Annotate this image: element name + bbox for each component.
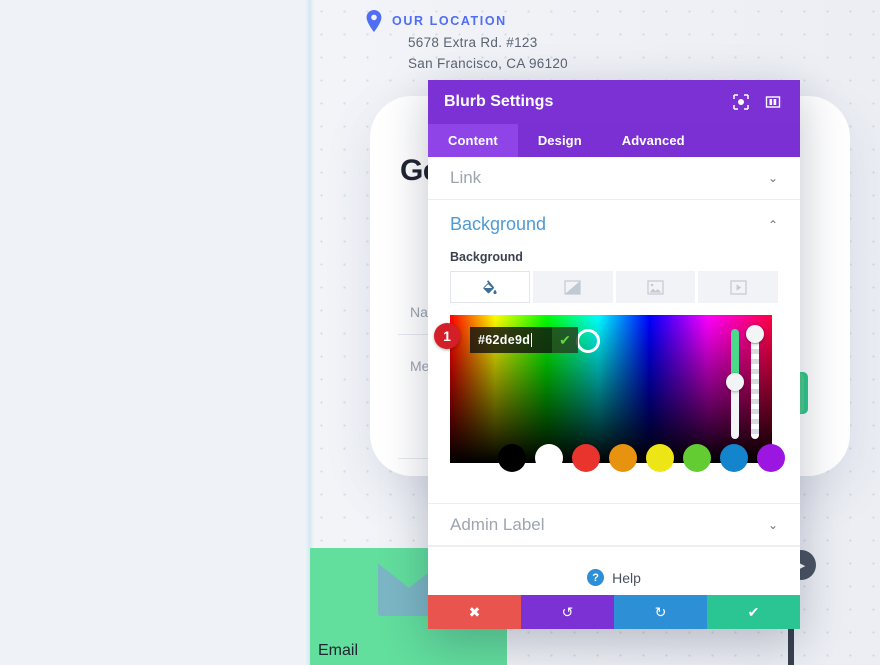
swatch-blue[interactable] <box>720 444 748 472</box>
modal-footer: ✖ ↺ ↻ ✔ <box>428 595 800 629</box>
our-location-heading: OUR LOCATION <box>366 10 666 32</box>
swatch-yellow[interactable] <box>646 444 674 472</box>
modal-header: Blurb Settings <box>428 80 800 124</box>
swatch-green[interactable] <box>683 444 711 472</box>
text-cursor <box>531 333 533 347</box>
undo-button[interactable]: ↺ <box>521 595 614 629</box>
background-type-tabs <box>450 271 778 303</box>
our-location-block: OUR LOCATION 5678 Extra Rd. #123 San Fra… <box>366 10 666 74</box>
section-admin-label[interactable]: Admin Label ⌄ <box>428 503 800 546</box>
section-link-label: Link <box>450 168 482 187</box>
split-view-icon[interactable] <box>762 91 784 113</box>
contact-name-label: Na <box>410 304 428 320</box>
background-video-tab[interactable] <box>698 271 778 303</box>
our-location-address-line-1: 5678 Extra Rd. #123 <box>408 35 538 50</box>
focus-mode-icon[interactable] <box>730 91 752 113</box>
map-pin-icon <box>366 10 382 32</box>
section-link[interactable]: Link ⌄ <box>428 157 800 200</box>
chevron-up-icon: ⌃ <box>767 217 778 232</box>
hex-input-value: #62de9d <box>478 333 531 347</box>
color-picker: #62de9d ✔ 1 <box>434 315 785 472</box>
hex-input[interactable]: #62de9d <box>470 327 552 353</box>
gradient-icon <box>564 279 581 295</box>
question-mark-icon: ? <box>587 569 605 586</box>
blurb-settings-modal: Blurb Settings Content Design Advanced L… <box>428 80 800 629</box>
paint-bucket-icon <box>483 279 497 294</box>
tab-advanced[interactable]: Advanced <box>602 124 705 157</box>
save-button[interactable]: ✔ <box>707 595 800 629</box>
background-image-tab[interactable] <box>615 271 696 303</box>
background-color-tab[interactable] <box>450 271 530 303</box>
tab-design[interactable]: Design <box>518 124 602 157</box>
alpha-slider-track[interactable] <box>751 329 759 439</box>
swatch-white[interactable] <box>535 444 563 472</box>
modal-body: Link ⌄ Background ⌃ Background #62de9d ✔… <box>428 157 800 595</box>
background-gradient-tab[interactable] <box>532 271 613 303</box>
cancel-button[interactable]: ✖ <box>428 595 521 629</box>
hue-slider-thumb[interactable] <box>726 373 744 391</box>
tab-content[interactable]: Content <box>428 124 518 157</box>
swatch-red[interactable] <box>572 444 600 472</box>
chevron-down-icon: ⌄ <box>767 517 778 532</box>
help-label: Help <box>612 569 641 586</box>
hex-confirm-button[interactable]: ✔ <box>552 327 578 353</box>
chevron-down-icon: ⌄ <box>767 171 778 185</box>
section-background-label: Background <box>450 214 547 234</box>
swatch-black[interactable] <box>498 444 526 472</box>
section-background: Background ⌃ Background #62de9d ✔ 1 <box>428 200 800 472</box>
our-location-address-line-2: San Francisco, CA 96120 <box>408 56 568 71</box>
swatch-orange[interactable] <box>609 444 637 472</box>
page-background-left <box>0 0 312 665</box>
preset-swatches <box>498 444 785 472</box>
help-button[interactable]: ? Help <box>428 546 800 595</box>
image-icon <box>647 279 664 295</box>
annotation-badge-1: 1 <box>434 323 460 349</box>
screen: OUR LOCATION 5678 Extra Rd. #123 San Fra… <box>0 0 880 665</box>
modal-tab-bar: Content Design Advanced <box>428 124 800 157</box>
swatch-purple[interactable] <box>757 444 785 472</box>
email-blurb-label: Email <box>318 642 359 659</box>
saturation-cursor[interactable] <box>576 329 600 353</box>
alpha-slider-thumb[interactable] <box>746 325 764 343</box>
section-admin-label-label: Admin Label <box>450 514 545 534</box>
our-location-title: OUR LOCATION <box>392 14 507 28</box>
video-icon <box>730 279 747 295</box>
saturation-value-field[interactable]: #62de9d ✔ 1 <box>434 315 785 472</box>
section-background-header[interactable]: Background ⌃ <box>450 200 778 237</box>
contact-message-label: Me <box>410 358 430 374</box>
modal-title: Blurb Settings <box>444 93 554 110</box>
redo-button[interactable]: ↻ <box>614 595 707 629</box>
background-field-label: Background <box>450 250 523 264</box>
